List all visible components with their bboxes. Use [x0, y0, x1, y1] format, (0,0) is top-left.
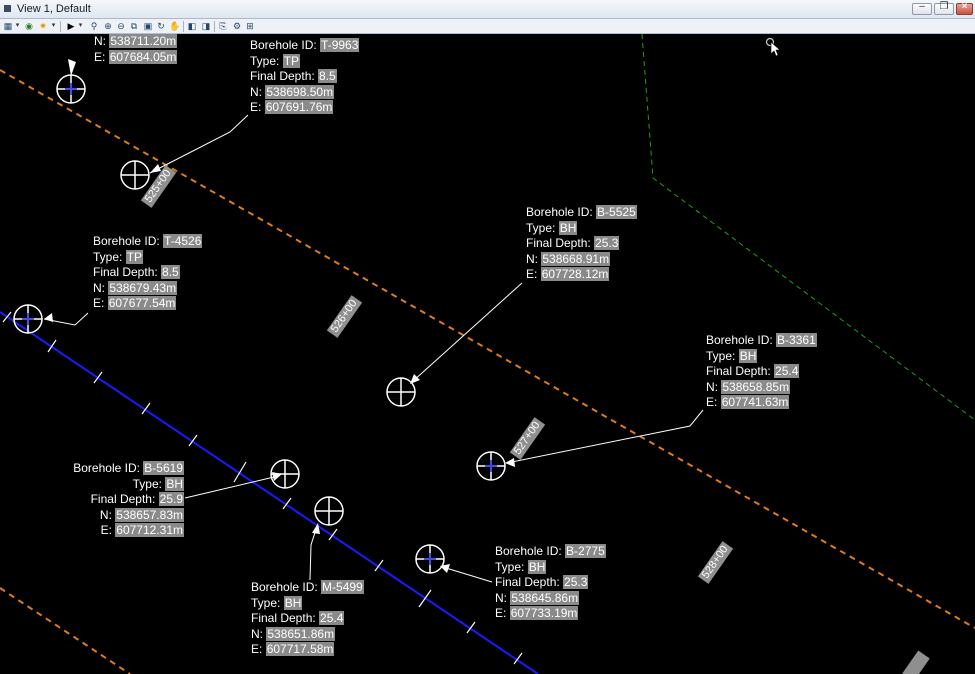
borehole-type: Type: TP [250, 53, 301, 68]
borehole-easting: E: 607741.63m [706, 395, 790, 409]
toolbar-separator [60, 21, 61, 32]
borehole-id: Borehole ID: T-9963 [250, 38, 360, 52]
fit-view-icon[interactable]: ▣ [143, 21, 153, 31]
levels-icon[interactable]: ◉ [24, 21, 34, 31]
borehole-easting: E: 607728.12m [526, 267, 610, 281]
borehole-symbol[interactable] [386, 377, 416, 407]
offset-line-lower [0, 587, 131, 674]
select-icon[interactable]: ▶ [66, 21, 76, 31]
minimize-button[interactable]: – [912, 1, 932, 15]
borehole-depth: Final Depth: 8.5 [250, 69, 337, 83]
borehole-easting: E: 607684.05m [94, 49, 178, 64]
borehole-easting: E: 607677.54m [93, 296, 177, 310]
borehole-id: Borehole ID: B-2775 [495, 544, 606, 558]
brightness-icon[interactable]: ✷ [38, 21, 48, 31]
next-view-icon[interactable]: ◨ [201, 21, 211, 31]
rotate-icon[interactable]: ↻ [156, 21, 166, 31]
borehole-annotation[interactable]: Borehole ID: M-5499 Type: BH Final Depth… [251, 580, 364, 658]
previous-view-icon[interactable]: ◧ [187, 21, 197, 31]
chevron-down-icon[interactable]: ▾ [78, 21, 83, 31]
borehole-northing: N: 538698.50m [250, 84, 335, 99]
drawing-canvas[interactable] [0, 34, 975, 674]
borehole-symbol[interactable] [270, 459, 300, 489]
borehole-northing: N: 538657.83m [99, 507, 184, 522]
borehole-type: Type: BH [706, 348, 758, 363]
borehole-northing: N: 538668.91m [526, 251, 611, 266]
zoom-in-icon[interactable]: ⊕ [103, 21, 113, 31]
borehole-id: Borehole ID: M-5499 [251, 580, 364, 594]
view-window-icon [4, 5, 11, 12]
borehole-annotation[interactable]: Borehole ID: T-9963 Type: TP Final Depth… [250, 38, 360, 116]
borehole-depth: Final Depth: 25.3 [495, 575, 589, 589]
tile-icon[interactable]: ⚙ [232, 21, 242, 31]
borehole-easting: E: 607691.76m [250, 100, 334, 114]
restore-button[interactable]: ❐ [934, 1, 954, 15]
borehole-annotation[interactable]: Borehole ID: B-5525 Type: BH Final Depth… [526, 205, 637, 283]
borehole-depth: Final Depth: 25.3 [526, 236, 620, 250]
mouse-cursor [765, 37, 781, 57]
borehole-type: Type: TP [93, 249, 144, 264]
borehole-id: Borehole ID: B-5619 [73, 461, 184, 475]
borehole-symbol[interactable] [120, 160, 150, 190]
borehole-northing: N: 538651.86m [251, 626, 336, 641]
borehole-annotation[interactable]: Borehole ID: B-3361 Type: BH Final Depth… [706, 333, 817, 411]
grid-icon[interactable]: ⊞ [245, 21, 255, 31]
borehole-easting: E: 607717.58m [251, 642, 335, 656]
borehole-type: Type: BH [132, 476, 184, 491]
view-toolbar: ▦ ▾ ◉ ✷ ▾ ▶ ▾ ⚲ ⊕ ⊖ ⧉ ▣ ↻ ✋ ◧ ◨ ⎘ ⚙ ⊞ [0, 19, 975, 34]
window-area-icon[interactable]: ⧉ [129, 21, 139, 31]
borehole-annotation[interactable]: N: 538711.20m E: 607684.05m [94, 34, 178, 65]
borehole-annotation[interactable]: Borehole ID: B-5619 Type: BH Final Depth… [64, 461, 184, 539]
borehole-northing: N: 538645.86m [495, 590, 580, 605]
borehole-northing: N: 538658.85m [706, 379, 791, 394]
pan-icon[interactable]: ✋ [169, 21, 180, 31]
borehole-id: Borehole ID: T-4526 [93, 234, 203, 248]
window-titlebar: View 1, Default – ❐ × [0, 0, 975, 19]
toolbar-separator [214, 21, 215, 32]
borehole-type: Type: BH [495, 559, 547, 574]
offset-line-upper [0, 69, 975, 629]
borehole-depth: Final Depth: 25.4 [251, 611, 345, 625]
window-title: View 1, Default [17, 3, 91, 15]
borehole-id: Borehole ID: B-3361 [706, 333, 817, 347]
chevron-down-icon[interactable]: ▾ [15, 21, 20, 31]
view-attributes-icon[interactable]: ▦ [3, 21, 13, 31]
borehole-annotation[interactable]: Borehole ID: T-4526 Type: TP Final Depth… [93, 234, 203, 312]
design-view[interactable]: 525+00 526+00 527+00 528+00 N: 538711.20… [0, 34, 975, 674]
borehole-northing: N: 538679.43m [93, 280, 178, 295]
close-button[interactable]: × [956, 1, 973, 15]
borehole-easting: E: 607712.31m [100, 523, 184, 537]
borehole-easting: E: 607733.19m [495, 606, 579, 620]
zoom-out-icon[interactable]: ⊖ [116, 21, 126, 31]
copy-view-icon[interactable]: ⎘ [218, 21, 228, 31]
borehole-depth: Final Depth: 25.9 [90, 492, 184, 506]
borehole-symbol[interactable] [314, 496, 344, 526]
borehole-id: Borehole ID: B-5525 [526, 205, 637, 219]
borehole-type: Type: BH [251, 595, 303, 610]
borehole-type: Type: BH [526, 220, 578, 235]
station-label-partial [902, 650, 930, 674]
fit-icon[interactable]: ⚲ [89, 21, 99, 31]
toolbar-separator [183, 21, 184, 32]
borehole-northing: N: 538711.20m [94, 34, 178, 48]
borehole-depth: Final Depth: 8.5 [93, 265, 180, 279]
borehole-annotation[interactable]: Borehole ID: B-2775 Type: BH Final Depth… [495, 544, 606, 622]
borehole-depth: Final Depth: 25.4 [706, 364, 800, 378]
chevron-down-icon[interactable]: ▾ [51, 21, 56, 31]
